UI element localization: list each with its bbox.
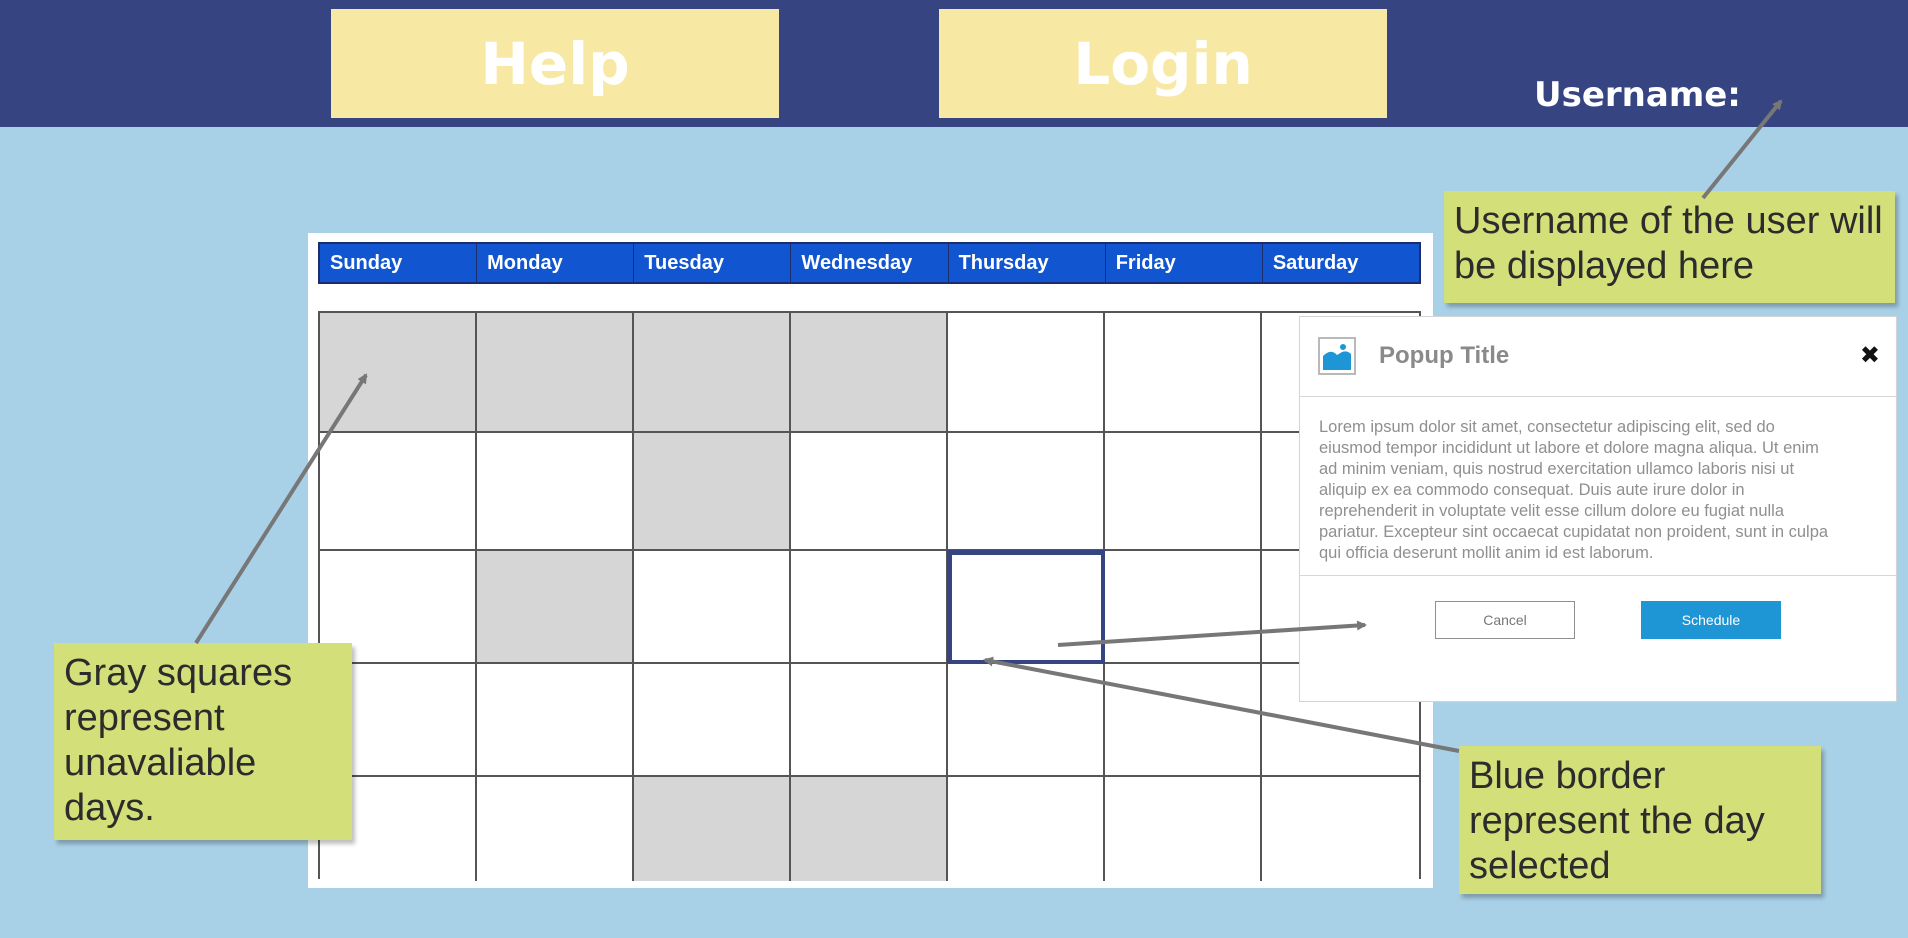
calendar-cell[interactable] xyxy=(1105,664,1262,777)
calendar-cell[interactable] xyxy=(948,777,1105,881)
calendar-cell[interactable] xyxy=(791,551,948,664)
schedule-button[interactable]: Schedule xyxy=(1641,601,1781,639)
popup-divider xyxy=(1300,575,1896,576)
calendar-cell[interactable] xyxy=(1105,777,1262,881)
username-label: Username: xyxy=(1534,75,1741,115)
calendar-day-header: Sunday Monday Tuesday Wednesday Thursday Frid… xyxy=(318,242,1421,284)
popup-body-text: Lorem ipsum dolor sit amet, consectetur … xyxy=(1319,418,1829,562)
schedule-popup: Popup Title ✖ Lorem ipsum dolor sit amet… xyxy=(1299,316,1897,702)
help-button[interactable]: Help xyxy=(331,9,779,118)
calendar-cell[interactable] xyxy=(634,664,791,777)
day-header-tuesday: Tuesday xyxy=(634,244,792,282)
calendar-cell[interactable] xyxy=(948,313,1105,433)
cancel-button[interactable]: Cancel xyxy=(1435,601,1575,639)
annotation-gray-note: Gray squares represent unavaliable days. xyxy=(54,643,352,840)
calendar-cell-unavailable[interactable] xyxy=(634,777,791,881)
calendar-cell[interactable] xyxy=(1262,777,1419,881)
calendar-cell-unavailable[interactable] xyxy=(320,313,477,433)
calendar-cell[interactable] xyxy=(1105,433,1262,551)
day-header-thursday: Thursday xyxy=(948,244,1106,282)
calendar-cell-selected[interactable] xyxy=(947,550,1106,665)
close-icon[interactable]: ✖ xyxy=(1860,341,1880,370)
calendar-cell[interactable] xyxy=(320,433,477,551)
annotation-selected-note: Blue border represent the day selected xyxy=(1459,746,1821,894)
login-button[interactable]: Login xyxy=(939,9,1387,118)
day-header-monday: Monday xyxy=(477,244,635,282)
calendar-cell-unavailable[interactable] xyxy=(477,313,634,433)
calendar-cell[interactable] xyxy=(477,433,634,551)
day-header-wednesday: Wednesday xyxy=(791,244,949,282)
day-header-friday: Friday xyxy=(1105,244,1263,282)
popup-title: Popup Title xyxy=(1379,342,1510,369)
calendar-cell[interactable] xyxy=(634,551,791,664)
image-icon xyxy=(1318,337,1356,375)
calendar-grid xyxy=(318,311,1421,881)
calendar-cell[interactable] xyxy=(477,777,634,881)
calendar-cell[interactable] xyxy=(948,433,1105,551)
calendar-cell-unavailable[interactable] xyxy=(477,551,634,664)
calendar-cell[interactable] xyxy=(477,664,634,777)
popup-header: Popup Title ✖ xyxy=(1300,317,1896,397)
calendar-cell-unavailable[interactable] xyxy=(791,777,948,881)
calendar-cell[interactable] xyxy=(1105,551,1262,664)
calendar-cell[interactable] xyxy=(791,433,948,551)
calendar-cell-unavailable[interactable] xyxy=(634,313,791,433)
calendar-cell-unavailable[interactable] xyxy=(791,313,948,433)
calendar-cell[interactable] xyxy=(948,664,1105,777)
day-header-saturday: Saturday xyxy=(1262,244,1419,282)
day-header-sunday: Sunday xyxy=(320,244,478,282)
annotation-username-note: Username of the user will be displayed h… xyxy=(1444,191,1895,303)
calendar-cell[interactable] xyxy=(1105,313,1262,433)
calendar-cell-unavailable[interactable] xyxy=(634,433,791,551)
calendar-cell[interactable] xyxy=(791,664,948,777)
